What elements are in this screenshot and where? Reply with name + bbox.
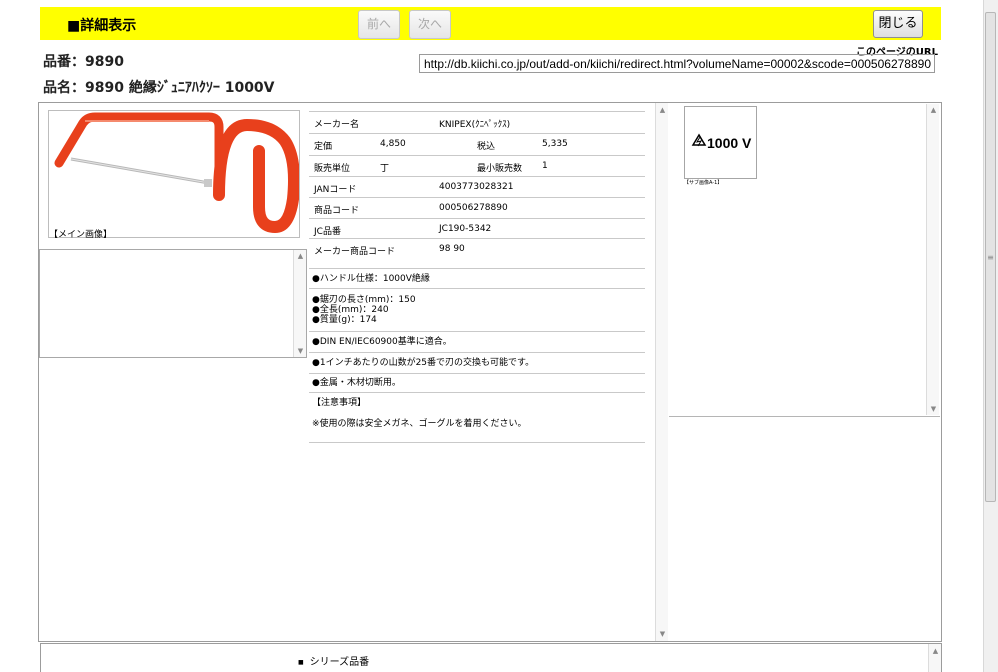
spec-label: 定価: [314, 142, 333, 152]
sub-image-scrollbar[interactable]: ▲ ▼: [926, 104, 939, 415]
spec-value: KNIPEX(ｸﾆﾍﾟｯｸｽ): [439, 120, 511, 130]
next-button[interactable]: 次へ: [409, 10, 451, 39]
note-handle: ●ハンドル仕様：1000V絶縁: [312, 274, 430, 284]
spec-value: 4,850: [380, 139, 406, 149]
main-image-caption: 【メイン画像】: [49, 230, 113, 240]
spec-row-code: 商品コード 000506278890: [309, 198, 645, 219]
sub-image-caption: 【サブ画像A-1】: [684, 180, 723, 186]
spec-row-jan: JANコード 4003773028321: [309, 177, 645, 198]
prev-button[interactable]: 前へ: [358, 10, 400, 39]
caution-title: 【注意事項】: [312, 398, 367, 408]
scroll-down-icon[interactable]: ▼: [656, 630, 669, 638]
spec-row-unit: 販売単位 丁 最小販売数 1: [309, 156, 645, 177]
spec-label: 商品コード: [314, 206, 360, 216]
spec-value: JC190-5342: [439, 224, 492, 234]
scroll-up-icon[interactable]: ▲: [656, 106, 669, 114]
spec-value: 5,335: [542, 139, 568, 149]
scroll-up-icon[interactable]: ▲: [929, 647, 942, 655]
product-number: 品番：9890: [43, 54, 124, 70]
note-total-length: ●全長(mm)：240: [312, 305, 389, 315]
spec-label: 販売単位: [314, 164, 351, 174]
spec-scrollbar[interactable]: ▲ ▼: [655, 103, 668, 641]
note-teeth: ●1インチあたりの山数が25番で刃の交換も可能です。: [312, 358, 535, 368]
spec-label: 税込: [477, 142, 496, 152]
scroll-down-icon[interactable]: ▼: [294, 347, 307, 355]
series-scrollbar[interactable]: ▲: [928, 644, 941, 672]
insulation-1000v-icon: 1000 V: [691, 133, 752, 151]
sub-image-thumbnail[interactable]: 1000 V: [684, 106, 757, 179]
product-name: 品名：9890 絶縁ｼﾞｭﾆｱﾊｸｿｰ 1000V: [43, 80, 275, 96]
spec-label: メーカー商品コード: [314, 247, 396, 257]
series-heading: ■ シリーズ品番: [298, 653, 369, 668]
note-material: ●金属・木材切断用。: [312, 378, 401, 388]
spec-label: 最小販売数: [477, 164, 523, 174]
hacksaw-image: [54, 112, 300, 234]
caution-text: ※使用の際は安全メガネ、ゴーグルを着用ください。: [312, 419, 527, 429]
spec-label: JC品番: [314, 227, 341, 237]
series-frame: [40, 643, 942, 672]
spec-label: メーカー名: [314, 120, 360, 130]
spec-value: 98 90: [439, 244, 465, 254]
spec-value: 1: [542, 161, 548, 171]
series-label: シリーズ品番: [309, 657, 370, 668]
note-blade-length: ●鋸刃の長さ(mm)：150: [312, 295, 416, 305]
main-image[interactable]: [48, 110, 300, 238]
scroll-up-icon[interactable]: ▲: [294, 252, 307, 260]
scroll-down-icon[interactable]: ▼: [927, 405, 940, 413]
spec-value: 000506278890: [439, 203, 508, 213]
header-bar: [40, 7, 941, 40]
bullet-icon: ■: [298, 658, 304, 666]
scrollbar-grip-icon: ≡: [987, 253, 994, 262]
spec-row-price: 定価 4,850 税込 5,335: [309, 134, 645, 156]
page-title: ■詳細表示: [67, 18, 137, 34]
spec-label: JANコード: [314, 185, 357, 195]
page-url-field[interactable]: http://db.kiichi.co.jp/out/add-on/kiichi…: [419, 54, 935, 73]
sub-frame-scrollbar[interactable]: ▲ ▼: [293, 250, 306, 357]
close-button[interactable]: 閉じる: [873, 10, 923, 38]
spec-value: 丁: [380, 164, 390, 174]
spec-row-maker: メーカー名 KNIPEX(ｸﾆﾍﾟｯｸｽ): [309, 111, 645, 134]
note-weight: ●質量(g)：174: [312, 315, 377, 325]
spec-value: 4003773028321: [439, 182, 514, 192]
spec-row-jc: JC品番 JC190-5342: [309, 219, 645, 239]
note-standard: ●DIN EN/IEC60900基準に適合。: [312, 337, 452, 347]
spec-row-maker-code: メーカー商品コード 98 90: [309, 239, 645, 269]
voltage-mark-text: 1000 V: [707, 135, 752, 151]
scroll-up-icon[interactable]: ▲: [927, 106, 940, 114]
sub-frame: [39, 249, 307, 358]
